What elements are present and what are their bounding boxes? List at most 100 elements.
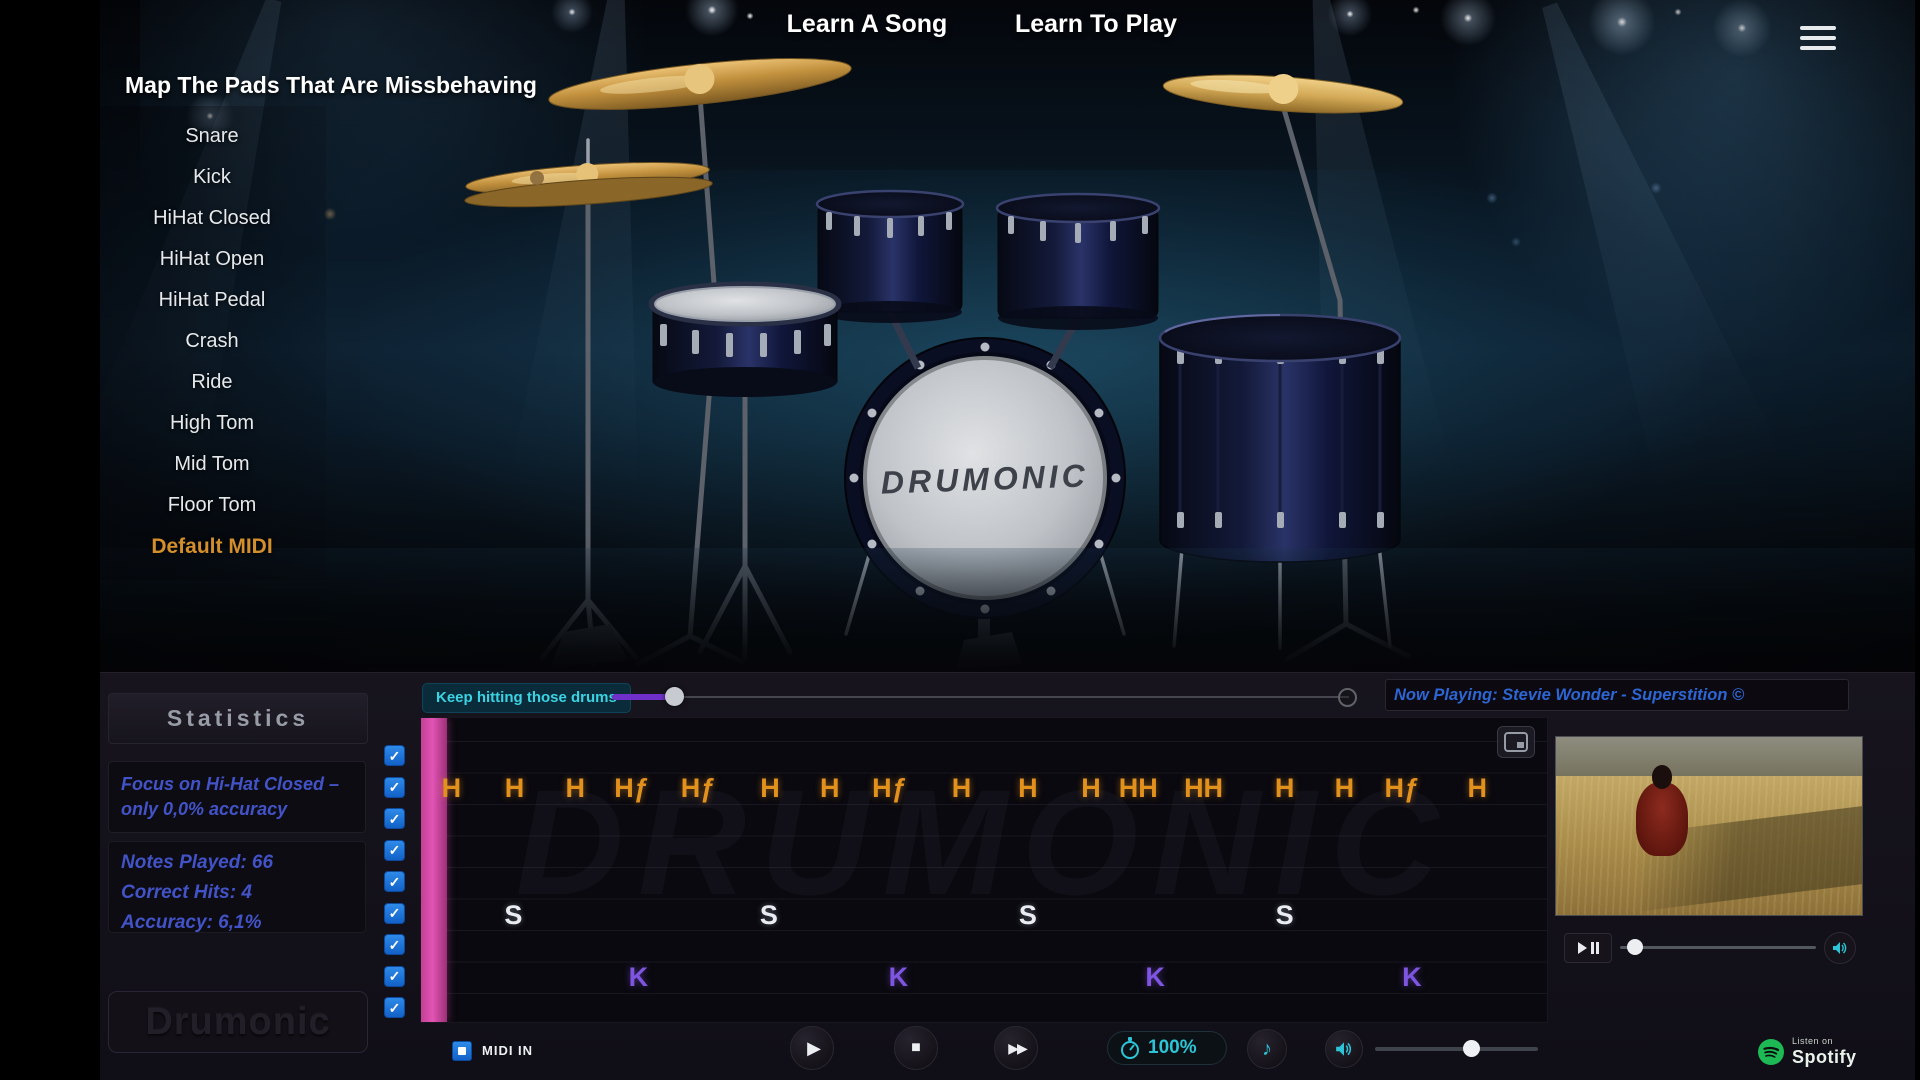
metronome-sound-button[interactable]: ♪	[1247, 1029, 1287, 1069]
video-play-pause-button[interactable]	[1564, 933, 1612, 963]
stage-vignette	[100, 0, 1915, 672]
lane-checkbox[interactable]: ✓	[384, 934, 405, 955]
hihat-note: HH	[1119, 770, 1158, 806]
snare-note: S	[1276, 897, 1294, 933]
checkmark-icon: ✓	[389, 749, 401, 763]
midi-in-label: MIDI IN	[482, 1041, 533, 1061]
checkmark-icon: ✓	[389, 906, 401, 920]
lane-checkbox[interactable]: ✓	[384, 777, 405, 798]
hihat-note: H	[1081, 770, 1101, 806]
lane-checkbox[interactable]: ✓	[384, 871, 405, 892]
master-volume-button[interactable]	[1325, 1030, 1363, 1068]
pad-item[interactable]: Floor Tom	[112, 485, 312, 526]
now-playing-text: Now Playing: Stevie Wonder - Superstitio…	[1394, 680, 1744, 710]
kick-note: K	[1145, 959, 1165, 995]
menu-icon[interactable]	[1800, 26, 1836, 56]
pad-item[interactable]: Snare	[112, 116, 312, 157]
listen-on-label: Listen on	[1792, 1037, 1857, 1046]
video-player[interactable]	[1555, 736, 1863, 916]
pad-item[interactable]: HiHat Open	[112, 239, 312, 280]
hihat-note: H	[1275, 770, 1295, 806]
play-icon	[1578, 942, 1587, 954]
pad-mapping-title: Map The Pads That Are Missbehaving	[125, 72, 537, 99]
snare-note: S	[504, 897, 522, 933]
lane-checkbox[interactable]: ✓	[384, 966, 405, 987]
stop-button[interactable]: ■	[894, 1026, 938, 1070]
snare-note: S	[760, 897, 778, 933]
metronome-icon	[1120, 1037, 1140, 1059]
app-window: DRUMONIC	[100, 0, 1915, 1080]
checkmark-icon: ✓	[389, 843, 401, 857]
song-progress-track[interactable]	[612, 696, 1349, 698]
lane-checkbox[interactable]: ✓	[384, 840, 405, 861]
spotify-attribution[interactable]: Listen on Spotify	[1758, 1037, 1857, 1066]
hihat-note-lane: H H H Hƒ Hƒ H H Hƒ H H	[421, 770, 1547, 806]
pad-item[interactable]: Mid Tom	[112, 444, 312, 485]
play-button[interactable]: ▶	[790, 1026, 834, 1070]
hihat-note: H	[1018, 770, 1038, 806]
lane-checkbox[interactable]: ✓	[384, 745, 405, 766]
checkmark-icon: ✓	[389, 812, 401, 826]
video-seek-handle[interactable]	[1627, 939, 1643, 955]
song-progress-end-marker	[1338, 688, 1357, 707]
music-note-icon: ♪	[1262, 1038, 1272, 1061]
checkmark-icon: ✓	[389, 938, 401, 952]
hihat-note: H	[566, 770, 586, 806]
pad-item[interactable]: HiHat Pedal	[112, 280, 312, 321]
lane-checkbox[interactable]: ✓	[384, 997, 405, 1018]
stat-line: Notes Played: 66	[121, 848, 353, 878]
hihat-note: Hƒ	[614, 770, 649, 806]
hihat-note: Hƒ	[681, 770, 716, 806]
hihat-note: Hƒ	[872, 770, 907, 806]
nav-learn-to-play[interactable]: Learn To Play	[946, 10, 1246, 39]
midi-in-checkbox[interactable]	[452, 1041, 472, 1061]
master-volume-handle[interactable]	[1463, 1040, 1480, 1057]
pad-item[interactable]: High Tom	[112, 403, 312, 444]
pad-item[interactable]: Ride	[112, 362, 312, 403]
spotify-logo-icon	[1758, 1039, 1784, 1065]
play-icon: ▶	[807, 1038, 821, 1059]
checkbox-mark	[458, 1047, 466, 1055]
hihat-note: H	[442, 770, 462, 806]
master-volume-track[interactable]	[1375, 1047, 1538, 1051]
stat-line: Accuracy: 6,1%	[121, 908, 353, 938]
fast-forward-button[interactable]: ▶▶	[994, 1026, 1038, 1070]
drumonic-logo: Drumonic	[108, 991, 368, 1053]
snare-note-lane: S S S S	[421, 897, 1547, 933]
stage-background: DRUMONIC	[100, 0, 1915, 672]
pad-item[interactable]: HiHat Closed	[112, 198, 312, 239]
checkmark-icon: ✓	[389, 969, 401, 983]
pad-item[interactable]: Kick	[112, 157, 312, 198]
speaker-icon	[1832, 941, 1848, 955]
hihat-note: H	[505, 770, 525, 806]
song-progress-handle[interactable]	[665, 687, 684, 706]
default-midi-button[interactable]: Default MIDI	[112, 526, 312, 567]
fullscreen-icon[interactable]	[1497, 726, 1535, 758]
kick-note-lane: K K K K	[421, 959, 1547, 995]
video-volume-button[interactable]	[1824, 932, 1856, 964]
spotify-wordmark: Spotify	[1792, 1048, 1857, 1066]
lane-checkbox[interactable]: ✓	[384, 808, 405, 829]
tempo-control[interactable]: 100%	[1107, 1031, 1227, 1065]
pause-icon	[1591, 942, 1599, 954]
video-art-figure-head	[1652, 765, 1672, 788]
statistics-values: Notes Played: 66 Correct Hits: 4 Accurac…	[108, 841, 366, 933]
drumonic-logo-text: Drumonic	[145, 1001, 330, 1044]
lane-checkbox[interactable]: ✓	[384, 903, 405, 924]
tempo-value: 100%	[1148, 1037, 1197, 1059]
hihat-note: H	[952, 770, 972, 806]
hihat-note: H	[760, 770, 780, 806]
hihat-note: H	[1335, 770, 1355, 806]
hihat-note: Hƒ	[1384, 770, 1419, 806]
video-seek-track[interactable]	[1620, 946, 1816, 949]
hihat-note: HH	[1184, 770, 1223, 806]
hihat-note: H	[1467, 770, 1487, 806]
bottom-dock: Statistics Focus on Hi-Hat Closed – only…	[100, 672, 1915, 1080]
pad-item[interactable]: Crash	[112, 321, 312, 362]
kick-note: K	[889, 959, 909, 995]
snare-note: S	[1019, 897, 1037, 933]
note-grid[interactable]: DRUMONIC H H H Hƒ Hƒ H H	[420, 717, 1548, 1023]
hihat-note: H	[820, 770, 840, 806]
kick-note: K	[1402, 959, 1422, 995]
checkmark-icon: ✓	[389, 875, 401, 889]
